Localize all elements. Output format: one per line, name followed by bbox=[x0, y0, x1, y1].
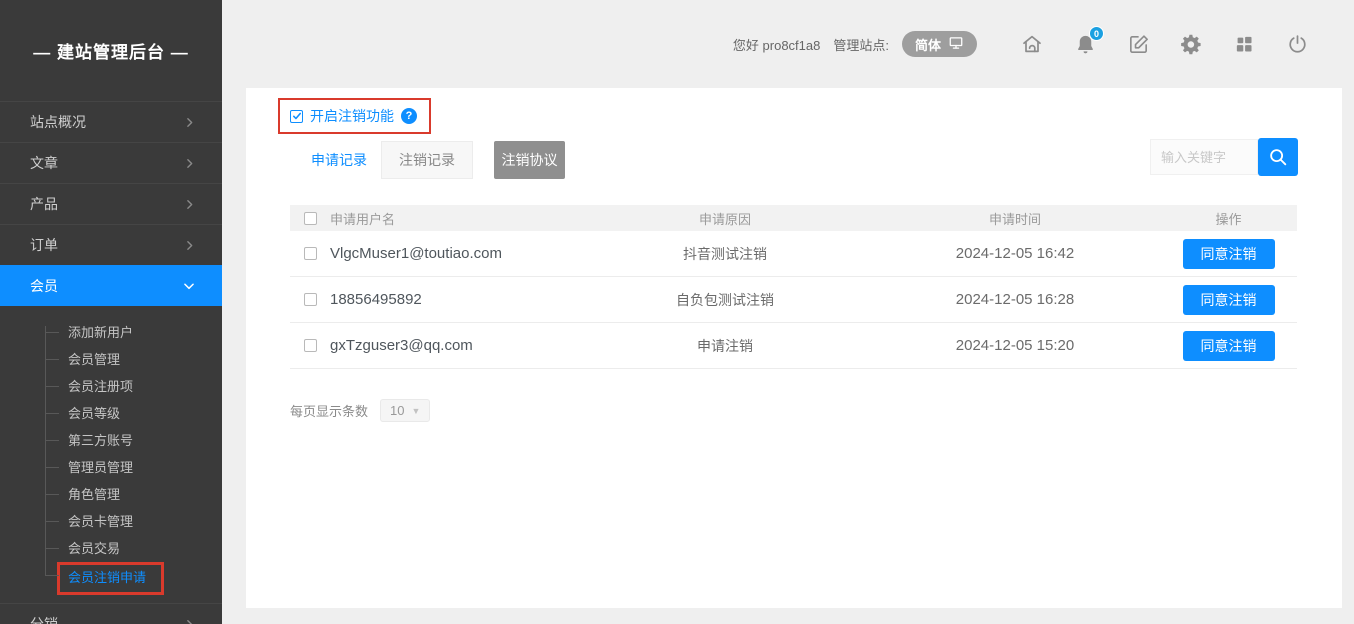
cell-username: 18856495892 bbox=[330, 286, 502, 313]
notifications-button[interactable]: 0 bbox=[1073, 32, 1097, 56]
submenu-item-member-management[interactable]: 会员管理 bbox=[0, 346, 222, 373]
cell-reason: 申请注销 bbox=[580, 336, 870, 356]
col-header-reason: 申请原因 bbox=[580, 209, 870, 228]
sidebar-item-label: 订单 bbox=[30, 235, 58, 255]
col-header-username: 申请用户名 bbox=[330, 209, 580, 228]
page-size-label: 每页显示条数 bbox=[290, 401, 368, 420]
cell-username: gxTzguser3@qq.com bbox=[330, 332, 502, 359]
edit-icon bbox=[1127, 33, 1150, 56]
sidebar-item-label: 产品 bbox=[30, 194, 58, 214]
enable-logout-label: 开启注销功能 bbox=[310, 106, 394, 126]
submenu-item-admin-management[interactable]: 管理员管理 bbox=[0, 454, 222, 481]
submenu-item-third-party-accounts[interactable]: 第三方账号 bbox=[0, 427, 222, 454]
sidebar-item-distribution[interactable]: 分销 bbox=[0, 603, 222, 624]
agree-logout-button[interactable]: 同意注销 bbox=[1183, 285, 1275, 315]
table-row: gxTzguser3@qq.com 申请注销 2024-12-05 15:20 … bbox=[290, 323, 1297, 369]
sidebar-item-products[interactable]: 产品 bbox=[0, 183, 222, 224]
content-panel: 开启注销功能 ? 申请记录 注销记录 注销协议 申请用户名 申请原因 申请时间 … bbox=[246, 88, 1342, 608]
tab-apply-records[interactable]: 申请记录 bbox=[297, 141, 381, 179]
language-pill[interactable]: 简体 bbox=[902, 31, 977, 57]
apps-button[interactable] bbox=[1232, 32, 1256, 56]
chevron-right-icon bbox=[183, 116, 196, 129]
cell-time: 2024-12-05 16:28 bbox=[870, 291, 1160, 308]
submenu-item-add-user[interactable]: 添加新用户 bbox=[0, 319, 222, 346]
logout-button[interactable] bbox=[1285, 32, 1309, 56]
requests-table: 申请用户名 申请原因 申请时间 操作 VlgcMuser1@toutiao.co… bbox=[290, 205, 1297, 369]
table-row: VlgcMuser1@toutiao.com 抖音测试注销 2024-12-05… bbox=[290, 231, 1297, 277]
grid-icon bbox=[1233, 33, 1255, 55]
cell-time: 2024-12-05 16:42 bbox=[870, 245, 1160, 262]
submenu-item-member-cards[interactable]: 会员卡管理 bbox=[0, 508, 222, 535]
page-size-select[interactable]: 10 ▼ bbox=[380, 399, 430, 422]
greeting-text: 您好 pro8cf1a8 bbox=[733, 35, 820, 54]
select-all-checkbox[interactable] bbox=[304, 212, 317, 225]
sidebar-item-label: 会员 bbox=[30, 276, 58, 296]
sidebar-item-orders[interactable]: 订单 bbox=[0, 224, 222, 265]
sidebar-item-articles[interactable]: 文章 bbox=[0, 142, 222, 183]
col-header-action: 操作 bbox=[1160, 209, 1297, 228]
edit-button[interactable] bbox=[1126, 32, 1150, 56]
sidebar-item-label: 文章 bbox=[30, 153, 58, 173]
chevron-right-icon bbox=[183, 157, 196, 170]
gear-icon bbox=[1180, 33, 1203, 56]
row-checkbox[interactable] bbox=[304, 339, 317, 352]
notification-badge: 0 bbox=[1089, 26, 1104, 41]
sidebar-item-site-overview[interactable]: 站点概况 bbox=[0, 101, 222, 142]
search-icon bbox=[1267, 146, 1289, 168]
enable-logout-checkbox[interactable] bbox=[290, 110, 303, 123]
sidebar-item-label: 站点概况 bbox=[30, 112, 86, 132]
sidebar-item-label: 分销 bbox=[30, 614, 58, 624]
page-size-value: 10 bbox=[390, 403, 404, 418]
tab-logout-records[interactable]: 注销记录 bbox=[381, 141, 473, 179]
sidebar-submenu: 添加新用户 会员管理 会员注册项 会员等级 第三方账号 管理员管理 角色管理 会… bbox=[0, 306, 222, 603]
table-header-row: 申请用户名 申请原因 申请时间 操作 bbox=[290, 205, 1297, 231]
chevron-right-icon bbox=[183, 198, 196, 211]
submenu-item-member-logout-requests[interactable]: 会员注销申请 bbox=[0, 562, 222, 589]
table-row: 18856495892 自负包测试注销 2024-12-05 16:28 同意注… bbox=[290, 277, 1297, 323]
submenu-item-member-transactions[interactable]: 会员交易 bbox=[0, 535, 222, 562]
search-input[interactable] bbox=[1150, 139, 1258, 175]
submenu-item-member-levels[interactable]: 会员等级 bbox=[0, 400, 222, 427]
cell-time: 2024-12-05 15:20 bbox=[870, 337, 1160, 354]
chevron-right-icon bbox=[183, 618, 196, 624]
language-label: 简体 bbox=[915, 35, 941, 54]
sidebar: — 建站管理后台 — 站点概况 文章 产品 订单 会员 添加新用户 会员管理 会… bbox=[0, 0, 222, 624]
search-group bbox=[1150, 138, 1298, 176]
annotation-red-box: 会员注销申请 bbox=[57, 562, 164, 595]
home-icon bbox=[1020, 32, 1044, 56]
logout-toggle-annotation: 开启注销功能 ? bbox=[278, 98, 431, 134]
col-header-time: 申请时间 bbox=[870, 209, 1160, 228]
agree-logout-button[interactable]: 同意注销 bbox=[1183, 239, 1275, 269]
topbar: 您好 pro8cf1a8 管理站点: 简体 0 bbox=[222, 0, 1354, 88]
search-button[interactable] bbox=[1258, 138, 1298, 176]
cell-username: VlgcMuser1@toutiao.com bbox=[330, 240, 502, 267]
settings-button[interactable] bbox=[1179, 32, 1203, 56]
row-checkbox[interactable] bbox=[304, 247, 317, 260]
power-icon bbox=[1286, 33, 1309, 56]
chevron-down-icon bbox=[182, 279, 196, 293]
monitor-icon bbox=[948, 36, 964, 53]
sidebar-item-members[interactable]: 会员 bbox=[0, 265, 222, 306]
submenu-item-registration-fields[interactable]: 会员注册项 bbox=[0, 373, 222, 400]
pagination: 每页显示条数 10 ▼ bbox=[290, 399, 1342, 422]
agree-logout-button[interactable]: 同意注销 bbox=[1183, 331, 1275, 361]
submenu-item-role-management[interactable]: 角色管理 bbox=[0, 481, 222, 508]
row-checkbox[interactable] bbox=[304, 293, 317, 306]
tab-logout-agreement[interactable]: 注销协议 bbox=[494, 141, 565, 179]
chevron-right-icon bbox=[183, 239, 196, 252]
chevron-down-icon: ▼ bbox=[411, 406, 420, 416]
help-icon[interactable]: ? bbox=[401, 108, 417, 124]
cell-reason: 自负包测试注销 bbox=[580, 290, 870, 310]
cell-reason: 抖音测试注销 bbox=[580, 244, 870, 264]
home-button[interactable] bbox=[1020, 32, 1044, 56]
app-title: — 建站管理后台 — bbox=[0, 0, 222, 101]
check-icon bbox=[292, 111, 302, 121]
manage-site-label: 管理站点: bbox=[833, 35, 889, 54]
